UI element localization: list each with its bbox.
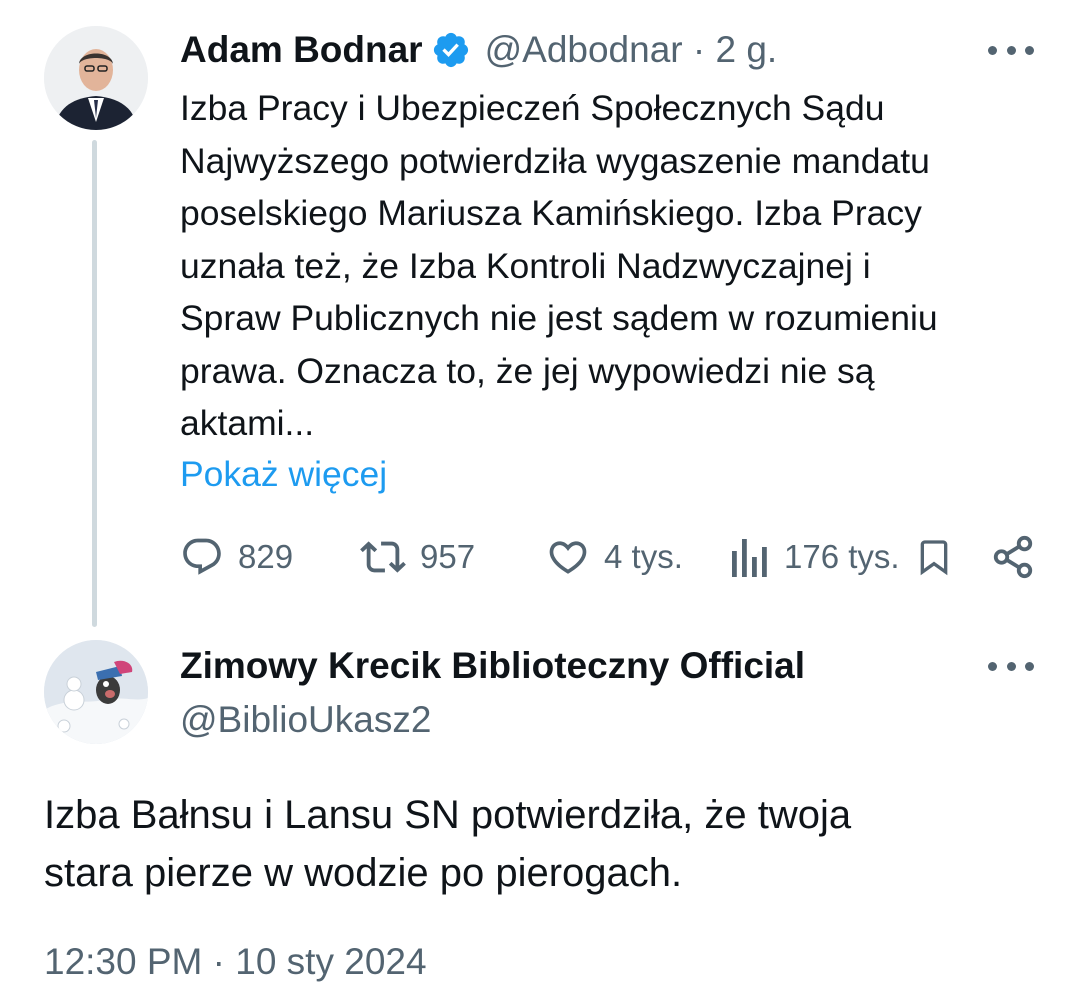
reply-author-name[interactable]: Zimowy Krecik Biblioteczny Official [180,642,805,690]
retweet-icon [360,541,406,573]
views-button[interactable]: 176 tys. [730,526,900,588]
tweet-text: Izba Pracy i Ubezpieczeń Społecznych Sąd… [180,88,938,443]
share-button[interactable] [990,526,1036,588]
views-count: 176 tys. [784,538,900,575]
author-handle-time[interactable]: @Adbodnar · 2 g. [485,29,778,71]
author-name[interactable]: Adam Bodnar [180,29,423,71]
like-button[interactable]: 4 tys. [546,526,683,588]
tweet-header: Adam Bodnar @Adbodnar · 2 g. [180,22,777,78]
reply-icon [183,538,221,575]
reply-button[interactable]: 829 [180,526,293,588]
bookmark-icon [920,540,948,576]
author-avatar[interactable] [44,26,148,130]
bookmark-button[interactable] [914,526,954,588]
reply-author-handle[interactable]: @BiblioUkasz2 [180,696,431,744]
like-count: 4 tys. [604,538,683,575]
reply-timestamp[interactable]: 12:30 PM · 10 sty 2024 [44,938,427,986]
retweet-button[interactable]: 957 [360,526,475,588]
reply-count: 829 [238,538,294,575]
share-icon [993,535,1033,579]
show-more-link[interactable]: Pokaż więcej [180,448,387,500]
reply-author-avatar[interactable] [44,640,148,744]
retweet-count: 957 [420,538,476,575]
like-icon [549,541,587,574]
views-icon [732,539,767,577]
thread-connector-line [92,140,97,627]
more-icon[interactable] [988,40,1034,60]
reply-tweet-text: Izba Bałnsu i Lansu SN potwierdziła, że … [44,793,852,895]
more-icon[interactable] [988,656,1034,676]
verified-badge-icon[interactable] [431,30,471,70]
